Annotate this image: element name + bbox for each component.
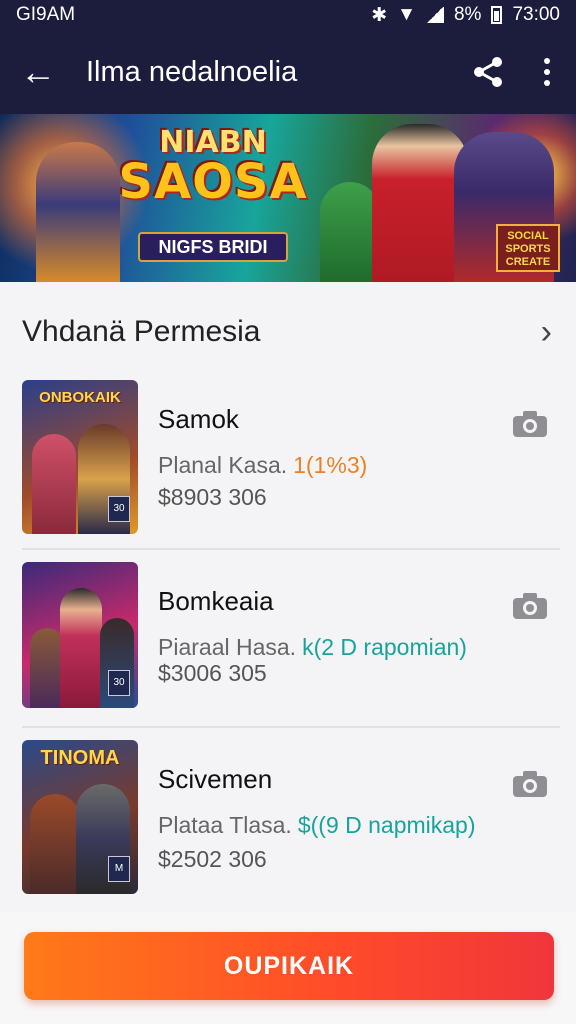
list-item[interactable]: 30 Bomkeaia Piaraal Hasa. k(2 D rapomian)… (22, 562, 560, 728)
item-name: Scivemen (158, 764, 273, 794)
share-button[interactable] (466, 50, 510, 94)
item-name: Bomkeaia (158, 586, 274, 616)
section-title: Vhdanä Permesia (22, 315, 261, 348)
item-badge: M (108, 856, 130, 882)
hero-figure-left (36, 142, 120, 282)
share-icon (474, 57, 502, 87)
item-price: $8903 306 (158, 484, 267, 510)
list-item[interactable]: TINOMA M Scivemen Plataa Tlasa. $((9 D na… (22, 740, 560, 900)
item-thumbnail: ONBOKAIK 30 (22, 380, 138, 534)
more-options-button[interactable] (532, 50, 562, 94)
item-subtitle: Planal Kasa. 1(1%3) (158, 452, 368, 478)
item-badge: 30 (108, 670, 130, 696)
battery-icon (491, 6, 503, 24)
app-bar: ← Ilma nedalnoelia (0, 30, 576, 114)
list-item[interactable]: ONBOKAIK 30 Samok Planal Kasa. 1(1%3) $89… (22, 380, 560, 550)
back-button[interactable]: ← (20, 54, 64, 90)
promo-banner[interactable]: NIABN SAOSA NIGFS BRIDI SOCIAL SPORTS CR… (0, 114, 576, 282)
camera-icon[interactable] (512, 592, 548, 620)
signal-icon (425, 7, 444, 23)
clock: 73:00 (512, 4, 560, 25)
primary-action-button[interactable]: OUPIKAIK (24, 932, 554, 1000)
camera-icon[interactable] (512, 410, 548, 438)
carrier-label: GI9AM (16, 4, 76, 25)
item-subtitle: Plataa Tlasa. $((9 D napmikap) (158, 812, 476, 838)
item-price: $3006 305 (158, 660, 267, 686)
camera-icon[interactable] (512, 770, 548, 798)
chevron-right-icon[interactable]: › (541, 313, 552, 352)
content-card: Vhdanä Permesia › ONBOKAIK 30 Samok Plan… (0, 282, 576, 912)
banner-title: NIABN SAOSA (118, 125, 308, 210)
item-subtitle: Piaraal Hasa. k(2 D rapomian) (158, 634, 467, 660)
bluetooth-icon: ✱ (371, 4, 388, 26)
page-title: Ilma nedalnoelia (86, 55, 298, 88)
bottom-bar: OUPIKAIK (0, 912, 576, 1024)
item-thumbnail: 30 (22, 562, 138, 708)
section-header[interactable]: Vhdanä Permesia › (22, 312, 552, 352)
banner-subtitle: NIGFS BRIDI (138, 232, 288, 262)
item-thumbnail: TINOMA M (22, 740, 138, 894)
wifi-icon: ▼ (397, 4, 416, 25)
banner-tag: SOCIAL SPORTS CREATE (496, 224, 560, 272)
item-price: $2502 306 (158, 846, 267, 872)
status-icons: ✱ ▼ 8% 73:00 (371, 4, 560, 27)
hero-figure-green (320, 182, 380, 282)
item-name: Samok (158, 404, 239, 434)
item-badge: 30 (108, 496, 130, 522)
status-bar: GI9AM ✱ ▼ 8% 73:00 (0, 0, 576, 30)
battery-percent: 8% (453, 4, 482, 25)
